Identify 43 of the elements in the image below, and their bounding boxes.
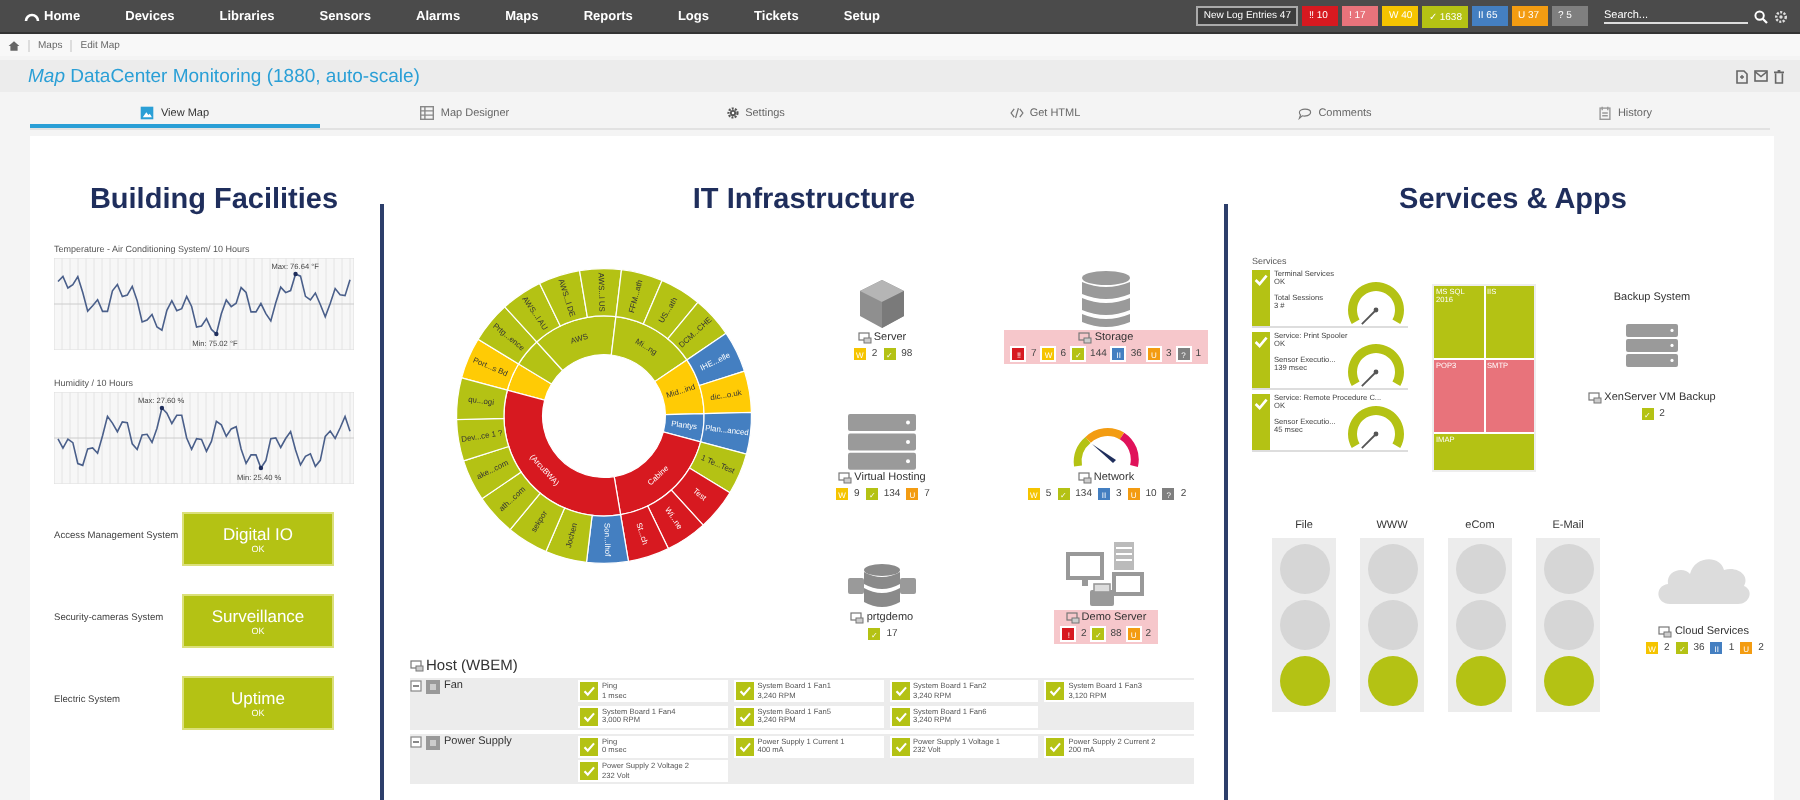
gauge-icon [1346,280,1406,328]
comment-icon [1298,106,1313,120]
section-heading: Building Facilities [87,184,341,216]
search-icon[interactable] [1754,9,1768,23]
collapse-icon[interactable] [410,735,422,747]
device-icon [857,332,872,344]
section-heading: IT Infrastructure [690,184,918,216]
device-icon [410,659,424,671]
gauge-icon [1346,404,1406,452]
picture-icon [140,106,155,120]
logo-icon [24,10,40,22]
device-icon [1078,332,1093,344]
home-icon[interactable] [8,39,20,51]
trash-icon[interactable] [1774,69,1784,83]
server-stack-icon [848,414,916,470]
history-icon [1597,106,1612,120]
settings-icon[interactable] [1774,9,1788,23]
database-icon [1080,270,1132,330]
collapse-icon[interactable] [410,680,422,692]
server-stack-icon [1626,324,1678,368]
database-icon [848,562,916,610]
gauge-icon [1346,342,1406,390]
device-icon [850,612,865,624]
gauge-icon [1072,422,1140,470]
cube-icon [858,278,906,330]
envelope-icon[interactable] [1754,69,1768,81]
document-icon[interactable] [1736,69,1748,83]
device-icon [838,472,853,484]
check-icon [1254,336,1268,348]
check-icon [1254,274,1268,286]
grid-icon [420,106,435,120]
device-icon [1588,392,1603,404]
section-heading: Services & Apps [1397,184,1629,216]
group-icon [426,680,440,694]
group-icon [426,735,440,749]
settings-icon [725,106,740,120]
code-icon [1009,106,1024,120]
device-icon [1658,626,1673,638]
computers-icon [1066,542,1146,610]
check-icon [1254,398,1268,410]
page-title: Map DataCenter Monitoring (1880, auto-scale) [28,65,420,87]
device-icon [1065,612,1080,624]
device-icon [1077,472,1092,484]
